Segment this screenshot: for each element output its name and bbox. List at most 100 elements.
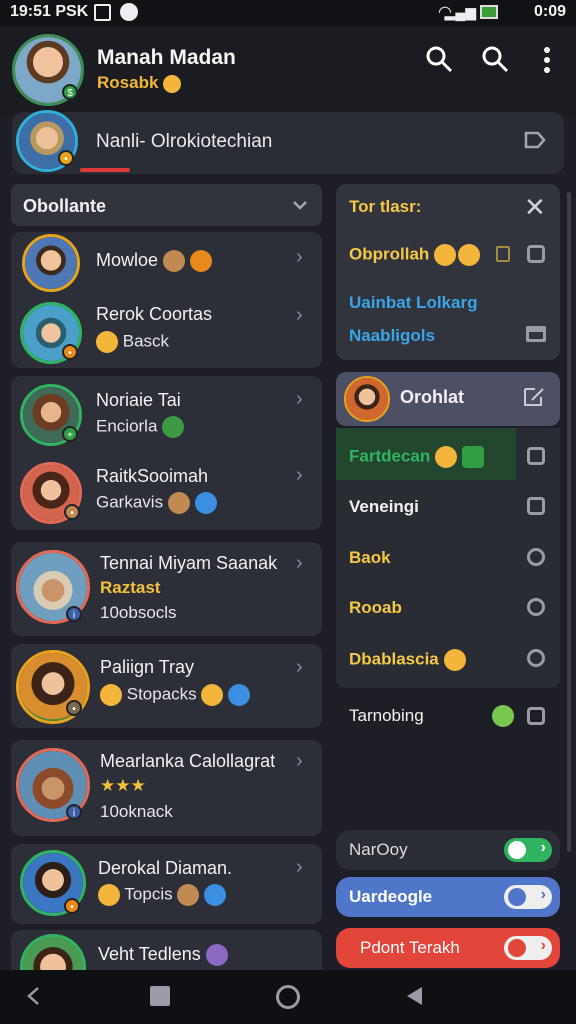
radio-icon[interactable] [527,649,545,667]
signal-icon: ▂▄▆ [444,4,476,20]
chevron-right-icon: › [296,304,303,326]
send-icon[interactable] [524,130,546,155]
active-chat-title: Nanli- Olrokiotechian [96,131,273,152]
active-chat-badge-icon: • [58,150,74,166]
active-chat-bar[interactable] [12,112,564,174]
contact-name: Veht Tedlens [98,944,228,967]
radio-icon[interactable] [527,548,545,566]
tools-item[interactable]: Naabligols [349,326,435,346]
tools-item[interactable]: Uainbat Lolkarg [349,293,477,313]
sync-icon [120,3,138,21]
chevron-right-icon: › [296,750,303,772]
chevron-right-icon: › [296,464,303,486]
notification-icon [94,4,111,21]
emoji-icon [205,944,228,967]
contact-name: Mearlanka Calollagrat [100,751,276,771]
toggle-switch[interactable]: › [504,885,552,909]
profile-badge-icon: $ [62,84,78,100]
menu-item[interactable]: Veneingi [349,497,419,517]
info-icon [194,492,217,514]
info-icon [228,684,251,706]
status-badge: i [66,606,82,622]
smile-icon [458,244,481,266]
wave-icon [163,74,182,93]
info-icon [204,884,227,906]
toggle-switch[interactable]: › [504,838,552,862]
menu-item[interactable]: Baok [349,548,391,568]
menu-item[interactable]: Rooab [349,598,402,618]
tarnobing-label[interactable]: Tarnobing [349,706,424,726]
window-icon[interactable] [526,326,546,342]
smile-icon [434,446,457,468]
search-icon[interactable] [424,44,454,74]
avatar [22,234,80,292]
face-icon [167,492,190,514]
contact-sub: Enciorla [96,416,185,438]
laugh-icon [100,684,122,706]
profile-name: Manah Madan [97,46,236,69]
progress-indicator [80,168,130,172]
back-icon[interactable] [24,985,44,1012]
contact-accent: Raztast [100,578,161,597]
alert-icon [496,246,510,262]
selected-contact-name: Orohlat [400,387,465,407]
home-icon[interactable] [276,985,300,1009]
app-icon [461,446,484,468]
chevron-right-icon: › [296,856,303,878]
search-alt-icon[interactable] [480,44,510,74]
more-options-icon[interactable] [540,46,554,74]
menu-item[interactable]: Dbablascia [349,649,466,671]
scrollbar[interactable] [567,192,571,852]
chevron-right-icon: › [296,246,303,268]
checkbox-icon[interactable] [527,447,545,465]
tools-item[interactable]: Obprollah [349,244,481,266]
contact-sub: 10obsocls [100,603,177,622]
contact-name[interactable]: RaitkSooimah [96,466,208,487]
contact-name[interactable]: Mowloe [96,250,213,273]
chevron-down-icon [292,198,308,216]
contact-name[interactable]: Rerok Coortas [96,304,212,325]
smile-icon [96,331,118,353]
contact-name: Paliign Tray [100,657,195,677]
edit-icon[interactable] [522,386,546,413]
rating-stars: ★★★ [100,776,146,795]
contact-sub: Garkavis [96,492,217,514]
leaf-icon [162,416,185,438]
grin-icon [434,244,457,266]
checkbox-icon[interactable] [527,707,545,725]
checkbox-icon[interactable] [527,245,545,263]
status-badge: • [64,898,80,914]
avatar [344,376,390,422]
status-badge: • [62,344,78,360]
smile-icon [98,884,120,906]
chevron-right-icon: › [296,552,303,574]
lime-icon [492,705,514,727]
filter-dropdown-label: Obollante [23,196,107,216]
status-time: 19:51 PSK [10,3,89,20]
face-icon [177,884,200,906]
menu-item[interactable]: Fartdecan [349,446,484,468]
toggle-switch[interactable]: › [504,936,552,960]
toggle-label: Uardeogle [349,887,433,906]
radio-icon[interactable] [527,598,545,616]
close-icon[interactable]: ✕ [524,192,546,223]
contact-sub: Basck [96,331,169,353]
toggle-label: NarOoy [349,840,408,859]
contact-sub: 10oknack [100,802,173,821]
contact-name: Derokal Diaman. [98,858,233,878]
checkbox-icon[interactable] [527,497,545,515]
wink-icon [201,684,224,706]
chevron-right-icon: › [296,656,303,678]
contact-name[interactable]: Noriaie Tai [96,390,181,411]
chevron-right-icon: › [296,388,303,410]
profile-status: Rosabk [97,73,182,93]
contact-sub: Topcis [98,884,227,906]
contact-name: Tennai Miyam Saanak [100,553,278,573]
status-badge: i [66,804,82,820]
smile-icon [443,649,466,671]
triangle-back-icon[interactable] [404,985,424,1012]
recents-icon[interactable] [150,986,170,1006]
coin-icon [190,250,213,273]
contact-sub: Stopacks [100,684,251,706]
face-icon [163,250,186,273]
